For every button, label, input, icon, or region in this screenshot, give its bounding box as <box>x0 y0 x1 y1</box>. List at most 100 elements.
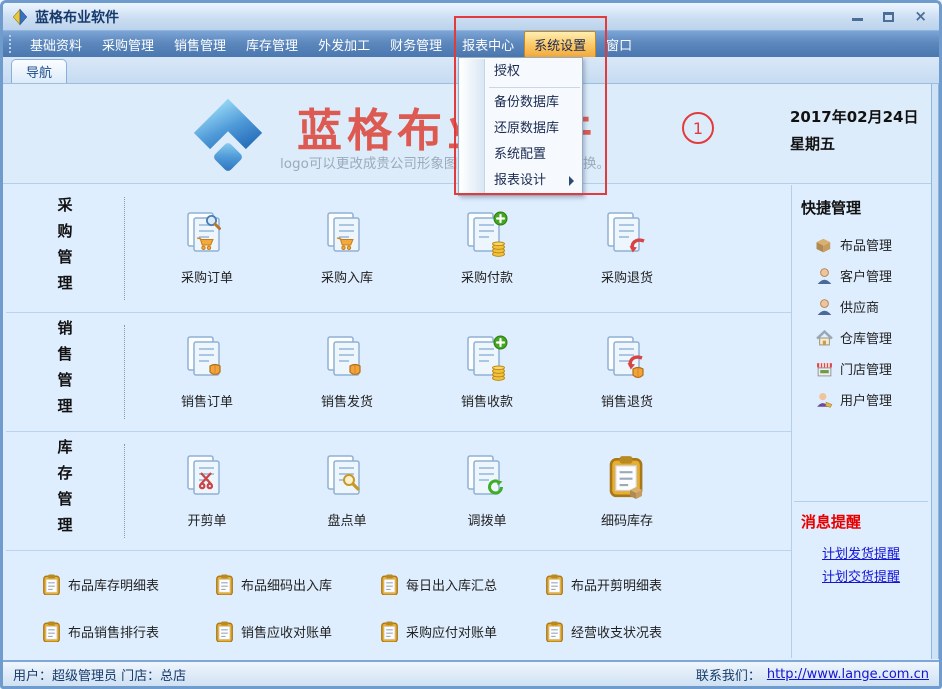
menu-item-report-design[interactable]: 报表设计 <box>459 168 582 194</box>
shortcut-label: 盘点单 <box>327 510 366 529</box>
report-label: 布品开剪明细表 <box>571 575 662 594</box>
annotation-number: 1 <box>693 119 703 138</box>
menu-finance[interactable]: 财务管理 <box>380 31 452 58</box>
shortcut-purchase-return[interactable]: 采购退货 <box>557 211 697 286</box>
weekday-text: 星期五 <box>790 131 919 158</box>
report-icon <box>216 574 233 595</box>
shortcut-sales-order[interactable]: 销售订单 <box>137 335 277 410</box>
menu-sales[interactable]: 销售管理 <box>164 31 236 58</box>
main-content: 采购管理 采购订单 采购入库 采购付款 采购退货 <box>6 185 791 551</box>
shortcut-purchase-inbound[interactable]: 采购入库 <box>277 211 417 286</box>
menu-item-authorization[interactable]: 授权 <box>459 59 582 85</box>
shortcut-label: 采购入库 <box>321 267 373 286</box>
status-user-store: 用户：超级管理员 门店：总店 <box>13 665 186 684</box>
date-display: 2017年02月24日 星期五 <box>790 104 919 158</box>
shortcut-label: 采购退货 <box>601 267 653 286</box>
quick-panel-title: 快捷管理 <box>801 197 861 218</box>
quick-item-label: 供应商 <box>840 297 879 316</box>
menu-item-label: 授权 <box>494 64 520 79</box>
shortcut-cutting-order[interactable]: 开剪单 <box>137 454 277 529</box>
close-button[interactable]: × <box>914 9 927 24</box>
menu-purchase[interactable]: 采购管理 <box>92 31 164 58</box>
report-label: 布品细码出入库 <box>241 575 332 594</box>
report-label: 销售应收对账单 <box>241 622 332 641</box>
doc-scissors-icon <box>183 454 231 502</box>
link-planned-delivery-reminder[interactable]: 计划交货提醒 <box>822 566 900 585</box>
report-piece-inout[interactable]: 布品细码出入库 <box>216 561 381 608</box>
report-icon <box>546 621 563 642</box>
menu-inventory[interactable]: 库存管理 <box>236 31 308 58</box>
shortcut-sales-return[interactable]: 销售退货 <box>557 335 697 410</box>
report-icon <box>546 574 563 595</box>
quick-store-management[interactable]: 门店管理 <box>792 353 931 384</box>
report-cutting-detail[interactable]: 布品开剪明细表 <box>546 561 774 608</box>
brand-tagline: logo可以更改成贵公司形象图 <box>280 152 457 172</box>
quick-warehouse-management[interactable]: 仓库管理 <box>792 322 931 353</box>
report-payable-statement[interactable]: 采购应付对账单 <box>381 608 546 655</box>
doc-package-icon <box>323 335 371 383</box>
doc-payment-icon <box>463 335 511 383</box>
window-controls: × <box>852 9 931 24</box>
report-icon <box>381 621 398 642</box>
report-links: 布品库存明细表 布品细码出入库 每日出入库汇总 布品开剪明细表 布品销售排行表 … <box>43 561 774 655</box>
quick-supplier[interactable]: 供应商 <box>792 291 931 322</box>
shortcut-piece-stock[interactable]: 细码库存 <box>557 454 697 529</box>
menu-base-data[interactable]: 基础资料 <box>20 31 92 58</box>
report-label: 每日出入库汇总 <box>406 575 497 594</box>
doc-cart-search-icon <box>183 211 231 259</box>
shortcut-purchase-payment[interactable]: 采购付款 <box>417 211 557 286</box>
system-settings-dropdown: 授权 备份数据库 还原数据库 系统配置 报表设计 <box>458 57 583 196</box>
report-stock-detail[interactable]: 布品库存明细表 <box>43 561 216 608</box>
menu-item-label: 备份数据库 <box>494 95 559 110</box>
shortcut-sales-delivery[interactable]: 销售发货 <box>277 335 417 410</box>
shortcut-label: 细码库存 <box>601 510 653 529</box>
status-bar: 用户：超级管理员 门店：总店 联系我们： http://www.lange.co… <box>3 660 939 686</box>
quick-item-label: 门店管理 <box>840 359 892 378</box>
report-sales-ranking[interactable]: 布品销售排行表 <box>43 608 216 655</box>
tab-label: 导航 <box>26 62 52 81</box>
tab-navigation[interactable]: 导航 <box>11 59 67 83</box>
quick-item-label: 布品管理 <box>840 235 892 254</box>
quick-user-management[interactable]: 用户管理 <box>792 384 931 415</box>
submenu-arrow-icon <box>569 176 574 186</box>
scrollbar[interactable] <box>931 84 939 659</box>
quick-item-label: 客户管理 <box>840 266 892 285</box>
report-label: 采购应付对账单 <box>406 622 497 641</box>
link-planned-shipment-reminder[interactable]: 计划发货提醒 <box>822 543 900 562</box>
app-window: 蓝格布业软件 × 基础资料 采购管理 销售管理 库存管理 外发加工 财务管理 报… <box>0 0 942 689</box>
brand-tagline-tail: 换。 <box>583 152 610 172</box>
quick-customer-management[interactable]: 客户管理 <box>792 260 931 291</box>
fabric-box-icon <box>816 237 833 253</box>
menu-item-system-config[interactable]: 系统配置 <box>459 142 582 168</box>
quick-item-label: 用户管理 <box>840 390 892 409</box>
report-icon <box>43 574 60 595</box>
window-title: 蓝格布业软件 <box>35 7 119 27</box>
website-link[interactable]: http://www.lange.com.cn <box>767 667 929 682</box>
doc-transfer-icon <box>463 454 511 502</box>
maximize-button[interactable] <box>883 12 894 22</box>
date-text: 2017年02月24日 <box>790 104 919 131</box>
shortcut-stocktake[interactable]: 盘点单 <box>277 454 417 529</box>
shortcut-transfer-order[interactable]: 调拨单 <box>417 454 557 529</box>
report-daily-inout[interactable]: 每日出入库汇总 <box>381 561 546 608</box>
report-receivable-statement[interactable]: 销售应收对账单 <box>216 608 381 655</box>
menu-bar: 基础资料 采购管理 销售管理 库存管理 外发加工 财务管理 报表中心 系统设置 … <box>3 31 939 57</box>
menu-item-backup-database[interactable]: 备份数据库 <box>459 90 582 116</box>
shortcut-purchase-order[interactable]: 采购订单 <box>137 211 277 286</box>
minimize-button[interactable] <box>852 13 863 21</box>
doc-payment-icon <box>463 211 511 259</box>
menu-item-label: 报表设计 <box>494 173 546 188</box>
quick-fabric-management[interactable]: 布品管理 <box>792 229 931 260</box>
shortcut-label: 销售发货 <box>321 391 373 410</box>
company-logo-icon <box>186 89 270 179</box>
menu-system-settings[interactable]: 系统设置 <box>524 31 596 58</box>
menu-window[interactable]: 窗口 <box>596 31 642 58</box>
report-icon <box>43 621 60 642</box>
report-income-expense[interactable]: 经营收支状况表 <box>546 608 774 655</box>
shortcut-sales-receipt[interactable]: 销售收款 <box>417 335 557 410</box>
menu-outsourcing[interactable]: 外发加工 <box>308 31 380 58</box>
doc-return-package-icon <box>603 335 651 383</box>
title-bar: 蓝格布业软件 × <box>3 3 939 31</box>
menu-item-restore-database[interactable]: 还原数据库 <box>459 116 582 142</box>
menu-reports[interactable]: 报表中心 <box>452 31 524 58</box>
